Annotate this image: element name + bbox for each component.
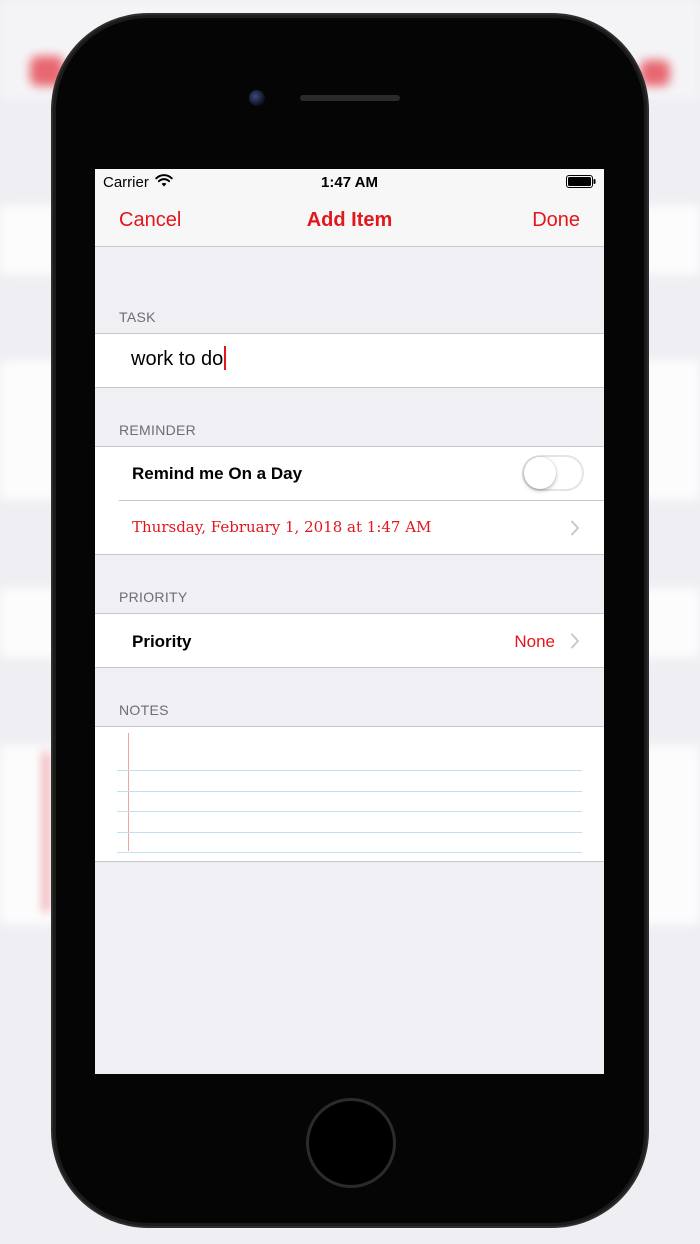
battery-icon <box>566 175 596 188</box>
task-cell: work to do <box>95 333 604 388</box>
section-header-notes: NOTES <box>119 702 169 718</box>
priority-label: Priority <box>132 632 192 651</box>
priority-value: None <box>514 632 555 651</box>
phone-frame: Carrier 1:47 AM Cancel Add Item Done TAS… <box>56 18 644 1223</box>
remind-toggle-label: Remind me On a Day <box>132 464 303 483</box>
reminder-group: Remind me On a Day Thursday, February 1,… <box>95 446 604 555</box>
status-bar: Carrier 1:47 AM <box>95 169 604 195</box>
reminder-date-row[interactable]: Thursday, February 1, 2018 at 1:47 AM <box>95 501 604 555</box>
chevron-right-icon <box>571 520 579 536</box>
status-time: 1:47 AM <box>321 174 378 191</box>
done-button[interactable]: Done <box>532 209 580 232</box>
task-input-value: work to do <box>131 348 224 370</box>
section-header-priority: PRIORITY <box>119 589 188 605</box>
notes-margin-line <box>128 733 129 851</box>
reminder-date-text: Thursday, February 1, 2018 at 1:47 AM <box>132 518 432 536</box>
section-header-reminder: REMINDER <box>119 422 197 438</box>
chevron-right-icon <box>571 633 579 649</box>
priority-cell[interactable]: Priority None <box>95 613 604 668</box>
nav-title: Add Item <box>306 209 393 231</box>
notes-rule-line <box>117 811 582 812</box>
notes-rule-line <box>117 770 582 771</box>
speaker-grille <box>300 95 400 101</box>
notes-rule-line <box>117 832 582 833</box>
background-button-left <box>30 56 64 86</box>
navigation-bar: Cancel Add Item Done <box>95 195 604 247</box>
home-button[interactable] <box>306 1098 396 1188</box>
toggle-knob <box>524 457 556 489</box>
background-margin-line <box>44 752 48 912</box>
remind-toggle-switch[interactable] <box>522 455 584 491</box>
device-screen: Carrier 1:47 AM Cancel Add Item Done TAS… <box>95 169 604 1074</box>
text-caret <box>224 346 227 370</box>
camera-icon <box>249 90 265 106</box>
section-header-task: TASK <box>119 309 156 325</box>
notes-rule-line <box>117 852 582 853</box>
task-input[interactable]: work to do <box>131 346 227 371</box>
notes-text-area[interactable] <box>95 726 604 862</box>
background-button-right <box>640 60 670 86</box>
notes-rule-line <box>117 791 582 792</box>
